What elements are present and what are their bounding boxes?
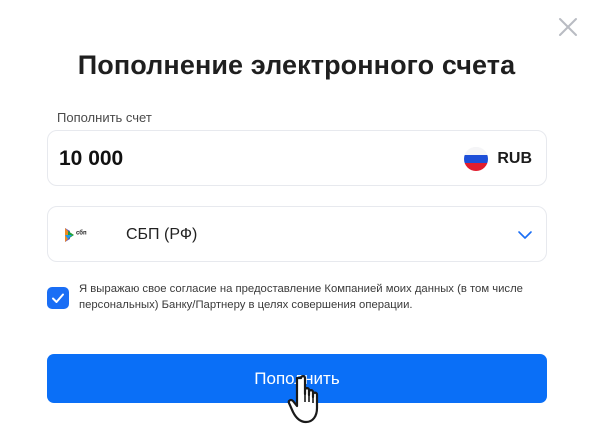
sbp-logo-icon: сбп <box>65 227 93 243</box>
checkmark-icon <box>52 293 64 303</box>
close-button[interactable] <box>557 16 579 38</box>
chevron-down-icon[interactable] <box>517 228 533 242</box>
russia-flag-icon <box>464 147 489 171</box>
amount-label: Пополнить счет <box>57 110 152 125</box>
sbp-logo-text: сбп <box>76 230 87 237</box>
consent-text: Я выражаю свое согласие на предоставлени… <box>79 283 523 311</box>
payment-method-label: СБП (РФ) <box>126 226 198 243</box>
currency-code: RUB <box>497 150 532 167</box>
dialog-title: Пополнение электронного счета <box>77 50 516 80</box>
amount-value[interactable]: 10 000 <box>59 147 123 171</box>
currency-display: RUB <box>464 147 532 171</box>
payment-method-select[interactable]: сбп СБП (РФ) <box>47 206 547 262</box>
amount-input[interactable]: 10 000 RUB <box>47 130 547 186</box>
close-icon <box>559 18 577 36</box>
submit-button[interactable]: Пополнить <box>47 354 547 403</box>
consent-checkbox[interactable] <box>47 287 69 309</box>
